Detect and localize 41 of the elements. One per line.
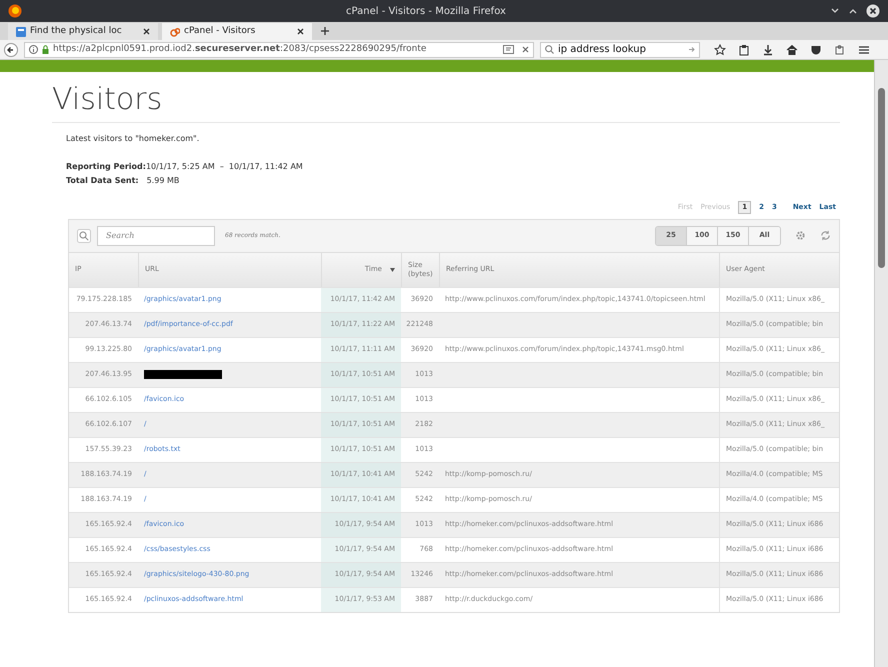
search-icon	[77, 228, 91, 242]
info-icon[interactable]	[29, 45, 38, 54]
field-label: Total Data Sent:	[66, 175, 139, 187]
field-label: Reporting Period:	[66, 161, 146, 173]
settings-icon[interactable]	[795, 230, 806, 241]
address-bar[interactable]: https://a2plcpnl0591.prod.iod2.secureserver.net:2083/cpsess2228690295/fronte	[24, 42, 534, 58]
home-icon[interactable]	[786, 44, 798, 56]
clear-icon[interactable]	[522, 46, 529, 53]
close-icon[interactable]	[143, 28, 150, 35]
refresh-icon[interactable]	[820, 230, 831, 241]
clipboard-icon[interactable]	[738, 44, 750, 56]
go-icon[interactable]	[688, 46, 695, 53]
reader-view-icon[interactable]	[503, 45, 514, 54]
sort-descending-icon[interactable]	[390, 268, 395, 272]
tab-label: Find the physical loc	[30, 24, 123, 38]
site-logo-icon	[170, 26, 180, 36]
tab-label: cPanel - Visitors	[184, 24, 256, 38]
new-tab-icon[interactable]	[320, 26, 330, 36]
intro-text: Latest visitors to "homeker.com".	[66, 133, 200, 145]
search-icon	[545, 45, 554, 54]
field-value: 10/1/17, 5:25 AM – 10/1/17, 11:42 AM	[146, 161, 303, 173]
scrollbar[interactable]	[874, 60, 888, 667]
menu-icon[interactable]	[858, 44, 870, 56]
document-icon	[16, 26, 26, 36]
back-icon[interactable]	[4, 42, 18, 56]
close-icon[interactable]	[297, 28, 304, 35]
browser-tab[interactable]: cPanel - Visitors	[162, 23, 312, 40]
search-input[interactable]: Search	[97, 226, 215, 246]
browser-tab[interactable]: Find the physical loc	[8, 23, 158, 40]
field-value: 5.99 MB	[146, 175, 180, 187]
shield-icon[interactable]	[810, 44, 822, 56]
search-field[interactable]: ip address lookup	[540, 42, 700, 58]
url-text: https://a2plcpnl0591.prod.iod2.secureserver.net:2083/cpsess2228690295/fronte	[53, 42, 428, 56]
download-icon[interactable]	[762, 44, 774, 56]
close-icon[interactable]	[866, 4, 880, 18]
lock-icon	[42, 45, 49, 54]
scrollbar-thumb[interactable]	[878, 88, 885, 268]
window-title: cPanel - Visitors - Mozilla Firefox	[345, 4, 507, 18]
star-icon[interactable]	[714, 44, 726, 56]
browser-logo-icon	[8, 4, 22, 18]
page-title: Visitors	[52, 82, 164, 118]
